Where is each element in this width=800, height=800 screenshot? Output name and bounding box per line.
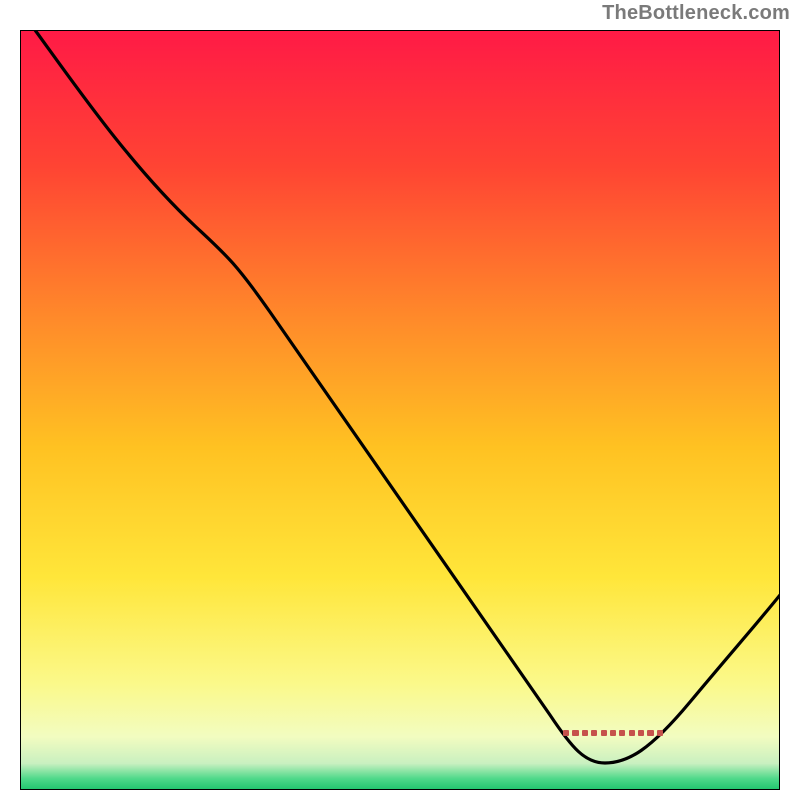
watermark-text: TheBottleneck.com — [602, 2, 790, 25]
marker-dot — [591, 730, 597, 736]
chart-container: TheBottleneck.com — [0, 0, 800, 800]
marker-dot — [647, 730, 653, 736]
marker-dot — [638, 730, 644, 736]
chart-svg — [20, 30, 780, 790]
marker-dot — [601, 730, 607, 736]
plot-area — [20, 30, 780, 790]
marker-dot — [619, 730, 625, 736]
marker-dot — [629, 730, 635, 736]
marker-dot — [657, 730, 663, 736]
optimal-range-marker — [563, 730, 663, 740]
gradient-background — [20, 30, 780, 790]
marker-dot — [610, 730, 616, 736]
marker-dot — [572, 730, 578, 736]
marker-dot — [582, 730, 588, 736]
marker-dot — [563, 730, 569, 736]
